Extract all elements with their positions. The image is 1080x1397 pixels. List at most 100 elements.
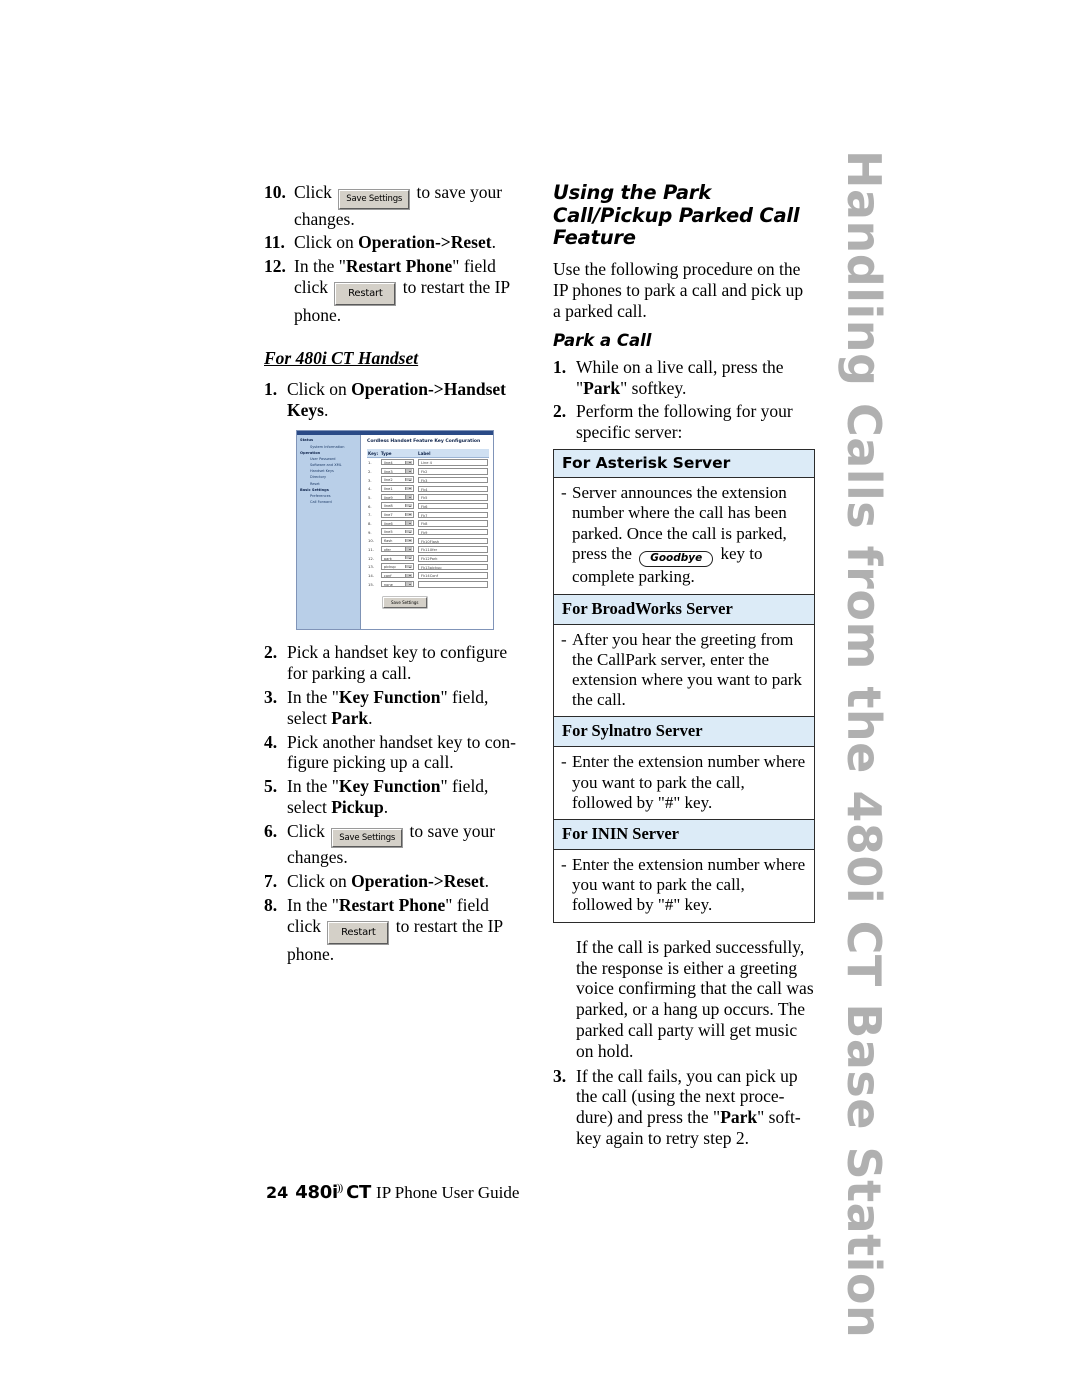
table-row: 8. line6 Fk8 <box>367 519 489 528</box>
restart-button-2[interactable]: Restart <box>328 921 389 944</box>
key-label-input[interactable]: Fk9 <box>418 528 488 536</box>
server-body-sylnatro: - Enter the extension number where you w… <box>554 747 814 821</box>
cell-key: 11. <box>368 547 375 553</box>
dash-bullet: - <box>561 752 567 772</box>
cell-label: Fk3 <box>417 476 489 485</box>
key-label-input[interactable]: Fk7 <box>418 511 488 519</box>
key-type-select[interactable]: conf <box>380 571 414 579</box>
embedded-screenshot-handset-keys: Status System Information Operation User… <box>296 430 494 631</box>
key-label-input[interactable]: Fk8 <box>418 520 488 527</box>
screenshot-save-settings-button[interactable]: Save Settings <box>383 596 427 608</box>
step-body: If the call fails, you can pick up the c… <box>576 1065 801 1148</box>
column-header-type: Type <box>379 449 417 459</box>
table-row: 11. xfer Fk11Xfer <box>367 545 489 554</box>
column-header-key: Key: <box>367 449 380 459</box>
key-type-select[interactable]: line6 <box>380 519 414 527</box>
list-item: 12. In the "Restart Phone" field click R… <box>264 256 522 326</box>
list-item: 1. Click on Operation->Handset Keys. <box>264 379 522 421</box>
step-number: 3. <box>553 1065 567 1086</box>
field-restart-phone-2: Restart Phone <box>338 895 446 915</box>
key-label-input[interactable]: Fk11Xfer <box>418 546 488 553</box>
step-number: 7. <box>264 871 278 892</box>
cell-key: 4. <box>368 486 372 492</box>
chevron-down-icon <box>408 540 411 542</box>
save-settings-button-2[interactable]: Save Settings <box>332 828 403 848</box>
key-label-input[interactable]: Fk4 <box>418 485 488 493</box>
dash-bullet: - <box>561 629 567 649</box>
cell-type: line2 <box>380 476 417 485</box>
key-type-select[interactable]: pickup <box>380 563 414 570</box>
note-indent <box>553 937 576 1062</box>
guide-title: IP Phone User Guide <box>376 1183 520 1202</box>
server-body-inin: - Enter the extension number where you w… <box>554 850 814 922</box>
table-row: 12. park Fk12Park <box>367 554 489 563</box>
table-row: 4. line1 Fk4 <box>367 484 489 493</box>
list-item: 4. Pick another handset key to con-figur… <box>264 732 522 774</box>
list-item: 7. Click on Operation->Reset. <box>264 871 522 892</box>
key-label-input[interactable]: Fk2 <box>418 468 488 475</box>
chevron-down-icon <box>408 497 411 499</box>
key-label-input[interactable]: Fk3 <box>418 476 488 484</box>
list-item: 11. Click on Operation->Reset. <box>264 232 522 253</box>
key-type-select[interactable]: line8 <box>380 502 414 509</box>
list-item: 3. In the "Key Function" field, select P… <box>264 687 522 729</box>
section-heading: Using the Park Call/Pickup Parked Call F… <box>553 181 800 250</box>
step-body: Pick another handset key to con-figure p… <box>287 731 516 773</box>
step-number: 12. <box>264 256 286 277</box>
step-number: 4. <box>264 731 278 752</box>
key-type-select[interactable]: none <box>380 580 414 588</box>
list-item: 2. Pick a handset key to configure for p… <box>264 642 522 684</box>
wireless-icon: )) <box>336 1182 343 1194</box>
key-label-input[interactable]: Fk6 <box>418 502 488 510</box>
server-header-broadworks: For BroadWorks Server <box>554 594 814 625</box>
server-body-text: Enter the extension number where you wan… <box>572 855 806 915</box>
cell-label: Fk5 <box>417 493 489 502</box>
step-text-before: Click <box>294 182 337 202</box>
server-header-asterisk: For Asterisk Server <box>554 450 814 479</box>
step-body: Perform the following for your specific … <box>576 401 793 443</box>
table-row: 2. line3 Fk2 <box>367 467 489 476</box>
key-type-select[interactable]: line7 <box>380 511 414 518</box>
table-row: 14. conf Fk14Conf <box>367 571 489 580</box>
key-type-select[interactable]: line5 <box>380 528 414 535</box>
step-number: 1. <box>264 378 278 399</box>
key-type-select[interactable]: flash <box>380 537 414 544</box>
cell-type: line7 <box>380 511 417 520</box>
chevron-down-icon <box>408 514 411 516</box>
chevron-down-icon <box>408 557 411 559</box>
step-body: In the "Restart Phone" field click Resta… <box>294 256 510 325</box>
key-label-input[interactable]: Fk10Flash <box>418 537 488 545</box>
key-label-input[interactable]: Line 4 <box>418 459 488 466</box>
key-type-select[interactable]: line4 <box>380 458 414 466</box>
key-type-select[interactable]: xfer <box>380 545 414 553</box>
cell-type: line5 <box>380 528 417 537</box>
list-item: 2. Perform the following for your specif… <box>553 401 815 443</box>
save-settings-button[interactable]: Save Settings <box>339 190 410 209</box>
restart-button[interactable]: Restart <box>335 282 396 305</box>
key-label-input[interactable]: Fk14Conf <box>418 572 488 579</box>
cell-label: Fk7 <box>417 511 489 520</box>
softkey-park-2: Park <box>720 1107 758 1128</box>
key-type-select[interactable]: line9 <box>380 493 414 501</box>
cell-label: Fk13pickup <box>417 563 489 572</box>
cell-type: line4 <box>380 458 417 467</box>
step-body: While on a live call, press the "Park" s… <box>576 356 784 398</box>
key-type-select[interactable]: line1 <box>380 485 414 492</box>
cell-key: 6. <box>368 503 372 509</box>
chevron-down-icon <box>408 479 411 481</box>
sidebar-item-call-forward[interactable]: Call Forward <box>299 499 360 505</box>
list-item: 10. Click Save Settings to save your cha… <box>264 182 522 229</box>
cell-key: 8. <box>368 521 372 527</box>
key-label-input[interactable]: Fk13pickup <box>418 563 488 571</box>
goodbye-key-button[interactable]: Goodbye <box>639 550 714 568</box>
key-type-select[interactable]: line3 <box>380 467 414 475</box>
step-number: 3. <box>264 687 278 707</box>
key-type-select[interactable]: line2 <box>380 476 414 483</box>
key-type-select[interactable]: park <box>380 554 414 562</box>
key-label-input[interactable]: Fk12Park <box>418 555 488 562</box>
key-label-input[interactable]: Fk5 <box>418 494 488 501</box>
key-label-input[interactable] <box>418 581 488 588</box>
cell-label: Fk9 <box>417 528 489 537</box>
table-row: 3. line2 Fk3 <box>367 476 489 485</box>
screenshot-sidebar: Status System Information Operation User… <box>297 435 361 630</box>
